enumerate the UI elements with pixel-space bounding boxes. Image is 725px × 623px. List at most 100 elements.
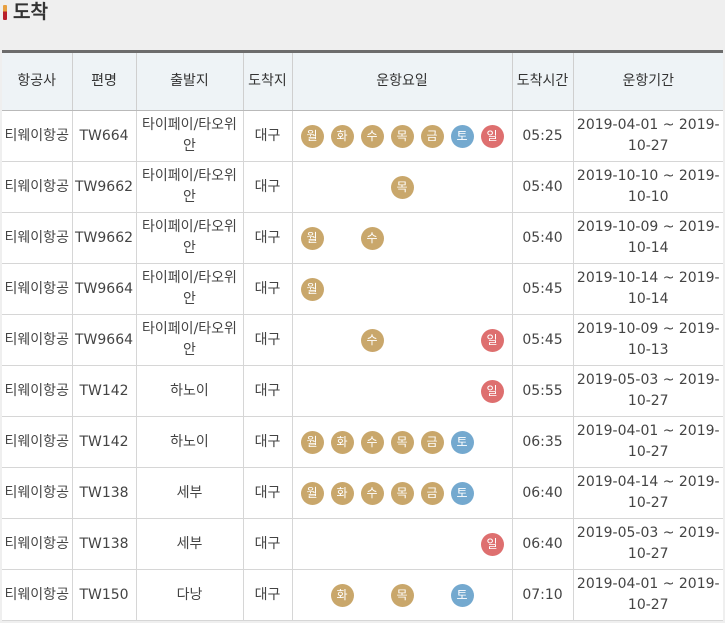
cell-origin: 하노이 <box>136 365 244 417</box>
day-badge: 수 <box>360 226 384 250</box>
table-row: 티웨이항공 TW664 타이페이/타오위안 대구 월 화 수 목 금 토 일 05:25 2019-04… <box>2 110 723 162</box>
day-badge: 금 <box>420 481 444 505</box>
table-row: 티웨이항공 TW9664 타이페이/타오위안 대구 월 05:45 2019-10-14 ~… <box>2 263 723 315</box>
cell-arrival-time: 05:45 <box>512 314 574 366</box>
cell-destination: 대구 <box>243 416 293 468</box>
cell-origin: 세부 <box>136 467 244 519</box>
day-badge-empty <box>421 584 444 607</box>
day-badge: 토 <box>450 583 474 607</box>
table-row: 티웨이항공 TW142 하노이 대구 일 05:55 2019-05-03 ~ 2019-1… <box>2 365 723 417</box>
cell-flight-number: TW9664 <box>72 263 137 315</box>
day-badge: 목 <box>390 124 414 148</box>
day-badge: 월 <box>300 481 324 505</box>
day-badges: 월 <box>295 277 510 301</box>
cell-arrival-time: 06:40 <box>512 518 574 570</box>
day-badge: 화 <box>330 481 354 505</box>
day-badge-empty <box>391 227 414 250</box>
cell-operating-period: 2019-04-01 ~ 2019-10-27 <box>573 110 723 162</box>
cell-arrival-time: 07:10 <box>512 569 574 621</box>
table-row: 티웨이항공 TW150 다낭 대구 화 목 토 07:10 2019-04-01 ~ 2019-… <box>2 569 723 621</box>
col-header-days: 운항요일 <box>292 51 513 111</box>
day-badge-empty <box>301 329 324 352</box>
day-badge-empty <box>421 380 444 403</box>
cell-operating-period: 2019-05-03 ~ 2019-10-27 <box>573 518 723 570</box>
day-badge-empty <box>361 176 384 199</box>
cell-airline: 티웨이항공 <box>2 467 73 519</box>
cell-origin: 하노이 <box>136 416 244 468</box>
cell-operating-period: 2019-05-03 ~ 2019-10-27 <box>573 365 723 417</box>
cell-operating-days: 월수 <box>292 212 513 264</box>
cell-origin: 타이페이/타오위안 <box>136 212 244 264</box>
day-badge-empty <box>391 278 414 301</box>
cell-arrival-time: 05:55 <box>512 365 574 417</box>
day-badge-empty <box>361 533 384 556</box>
day-badge-empty <box>421 176 444 199</box>
cell-airline: 티웨이항공 <box>2 365 73 417</box>
day-badge-empty <box>391 533 414 556</box>
cell-flight-number: TW664 <box>72 110 137 162</box>
day-badges: 월화수목금토 <box>295 430 510 454</box>
day-badge: 수 <box>360 481 384 505</box>
day-badge-empty <box>301 380 324 403</box>
title-marker-icon <box>3 5 7 20</box>
day-badge: 일 <box>480 124 504 148</box>
day-badge: 화 <box>330 583 354 607</box>
day-badge: 목 <box>390 583 414 607</box>
col-header-airline: 항공사 <box>2 51 73 111</box>
day-badge-empty <box>481 176 504 199</box>
day-badge: 목 <box>390 175 414 199</box>
cell-destination: 대구 <box>243 110 293 162</box>
table-header-row: 항공사 편명 출발지 도착지 운항요일 도착시간 운항기간 <box>2 51 723 111</box>
day-badge: 수 <box>360 328 384 352</box>
cell-airline: 티웨이항공 <box>2 263 73 315</box>
cell-operating-days: 월화수목금토 <box>292 416 513 468</box>
cell-airline: 티웨이항공 <box>2 110 73 162</box>
day-badge-empty <box>301 533 324 556</box>
table-row: 티웨이항공 TW142 하노이 대구 월 화 수 목 금 토 06:35 2019-04-01 ~ 2… <box>2 416 723 468</box>
day-badge: 월 <box>300 277 324 301</box>
day-badge-empty <box>451 278 474 301</box>
cell-arrival-time: 05:40 <box>512 161 574 213</box>
cell-flight-number: TW9662 <box>72 161 137 213</box>
cell-operating-days: 수일 <box>292 314 513 366</box>
cell-operating-period: 2019-04-14 ~ 2019-10-27 <box>573 467 723 519</box>
day-badge-empty <box>481 227 504 250</box>
day-badge: 수 <box>360 430 384 454</box>
cell-destination: 대구 <box>243 212 293 264</box>
day-badge: 일 <box>480 379 504 403</box>
day-badge-empty <box>451 329 474 352</box>
cell-operating-period: 2019-10-09 ~ 2019-10-13 <box>573 314 723 366</box>
col-header-arrival-time: 도착시간 <box>512 51 574 111</box>
arrival-schedule-table: 항공사 편명 출발지 도착지 운항요일 도착시간 운항기간 티웨이항공 TW664… <box>2 50 723 621</box>
day-badge-empty <box>391 329 414 352</box>
day-badges: 일 <box>295 379 510 403</box>
day-badges: 월화수목금토 <box>295 481 510 505</box>
table-row: 티웨이항공 TW138 세부 대구 월 화 수 목 금 토 06:40 2019-04-14 ~ 20… <box>2 467 723 519</box>
day-badge-empty <box>421 227 444 250</box>
cell-origin: 타이페이/타오위안 <box>136 314 244 366</box>
day-badge-empty <box>301 176 324 199</box>
day-badge-empty <box>421 329 444 352</box>
day-badge: 월 <box>300 226 324 250</box>
day-badge-empty <box>331 380 354 403</box>
day-badge: 금 <box>420 124 444 148</box>
day-badge-empty <box>331 176 354 199</box>
cell-arrival-time: 06:40 <box>512 467 574 519</box>
cell-origin: 타이페이/타오위안 <box>136 161 244 213</box>
day-badge-empty <box>361 380 384 403</box>
day-badge: 목 <box>390 481 414 505</box>
day-badges: 일 <box>295 532 510 556</box>
cell-airline: 티웨이항공 <box>2 416 73 468</box>
cell-flight-number: TW142 <box>72 365 137 417</box>
day-badge-empty <box>481 482 504 505</box>
day-badge-empty <box>451 227 474 250</box>
day-badge: 토 <box>450 430 474 454</box>
day-badge-empty <box>451 176 474 199</box>
day-badge-empty <box>331 533 354 556</box>
cell-operating-period: 2019-10-10 ~ 2019-10-10 <box>573 161 723 213</box>
cell-destination: 대구 <box>243 365 293 417</box>
cell-operating-days: 목 <box>292 161 513 213</box>
day-badge-empty <box>361 278 384 301</box>
cell-airline: 티웨이항공 <box>2 161 73 213</box>
cell-operating-days: 월화수목금토 <box>292 467 513 519</box>
